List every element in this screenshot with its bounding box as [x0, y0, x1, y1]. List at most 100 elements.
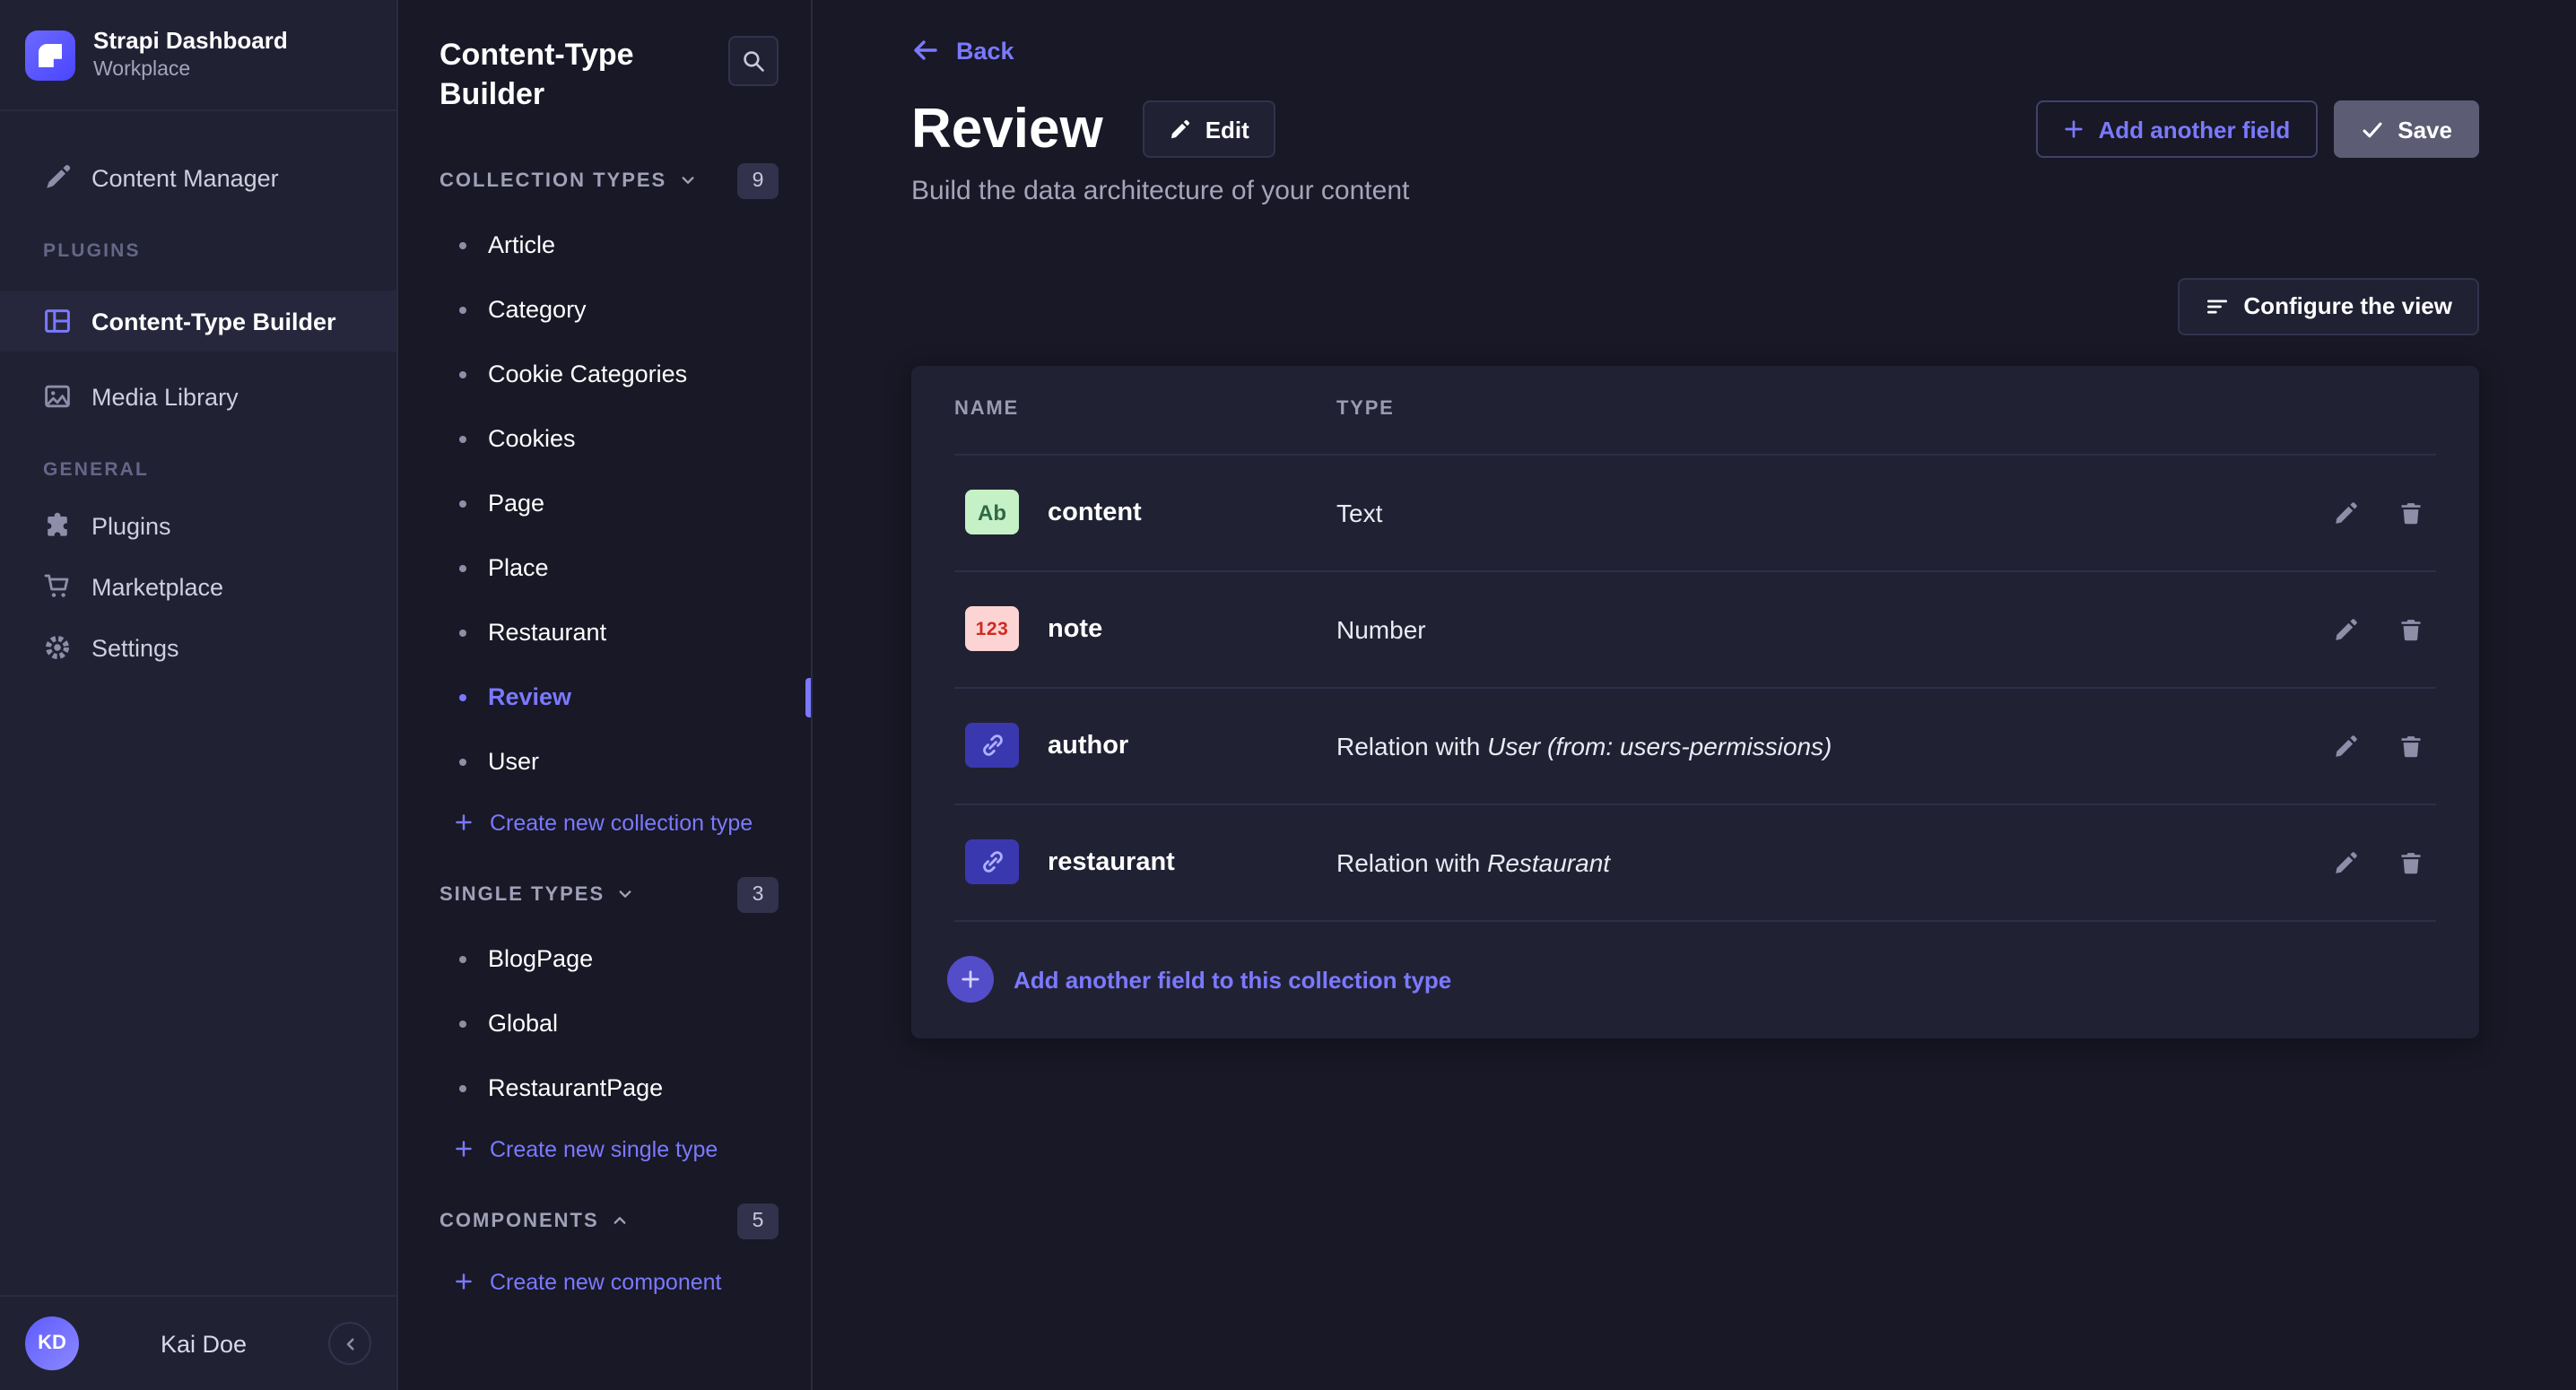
- create-single-type-label: Create new single type: [490, 1137, 718, 1162]
- add-another-field-button[interactable]: Add another field: [2035, 101, 2317, 159]
- add-field-row-button[interactable]: Add another field to this collection typ…: [911, 921, 2479, 1038]
- single-types-label: SINGLE TYPES: [439, 884, 605, 906]
- subnav-item-blogpage[interactable]: BlogPage: [398, 927, 811, 992]
- plus-icon: [454, 1273, 474, 1292]
- field-type: Relation with Restaurant: [1336, 847, 2321, 876]
- save-button[interactable]: Save: [2333, 101, 2479, 159]
- trash-icon: [2398, 500, 2424, 525]
- chevron-up-icon[interactable]: [612, 1213, 628, 1229]
- subnav-item-cookie-categories[interactable]: Cookie Categories: [398, 343, 811, 407]
- edit-button[interactable]: Edit: [1143, 101, 1276, 159]
- main-content: Back Review Edit Add another field: [813, 0, 2576, 1390]
- subnav-item-place[interactable]: Place: [398, 536, 811, 601]
- sidebar-item-content-type-builder[interactable]: Content-Type Builder: [0, 291, 396, 352]
- text-field-badge: Ab: [965, 490, 1019, 534]
- link-icon: [979, 848, 1005, 875]
- subnav-item-label: Global: [488, 1011, 558, 1038]
- create-single-type-button[interactable]: Create new single type: [398, 1121, 811, 1178]
- add-another-field-label: Add another field: [2098, 117, 2290, 143]
- edit-field-button[interactable]: [2321, 720, 2371, 770]
- link-icon: [979, 732, 1005, 759]
- relation-field-badge: [965, 839, 1019, 884]
- pencil-icon: [2334, 733, 2359, 758]
- sidebar-item-label: Settings: [91, 635, 179, 662]
- collapse-sidebar-button[interactable]: [328, 1322, 371, 1365]
- subnav-item-label: Category: [488, 297, 587, 324]
- delete-field-button[interactable]: [2386, 720, 2436, 770]
- save-label: Save: [2398, 117, 2452, 143]
- pencil-icon: [1170, 119, 1191, 141]
- components-count-badge: 5: [737, 1203, 779, 1239]
- pencil-icon: [2334, 849, 2359, 874]
- trash-icon: [2398, 616, 2424, 641]
- delete-field-button[interactable]: [2386, 487, 2436, 537]
- edit-field-button[interactable]: [2321, 604, 2371, 654]
- subnav-item-label: Cookie Categories: [488, 361, 687, 388]
- sidebar-item-content-manager[interactable]: Content Manager: [0, 148, 396, 209]
- table-row: Ab content Text: [911, 455, 2479, 569]
- subnav-item-cookies[interactable]: Cookies: [398, 407, 811, 472]
- subnav-item-review[interactable]: Review: [398, 665, 811, 730]
- user-name: Kai Doe: [79, 1330, 328, 1357]
- table-row: restaurant Relation with Restaurant: [911, 804, 2479, 919]
- subnav-item-category[interactable]: Category: [398, 278, 811, 343]
- edit-label: Edit: [1205, 117, 1249, 143]
- edit-field-button[interactable]: [2321, 487, 2371, 537]
- configure-view-button[interactable]: Configure the view: [2177, 277, 2479, 334]
- subnav-item-label: Review: [488, 684, 571, 711]
- plus-icon: [947, 956, 994, 1003]
- bullet-icon: [459, 956, 466, 963]
- table-row: author Relation with User (from: users-p…: [911, 688, 2479, 803]
- subnav-item-article[interactable]: Article: [398, 213, 811, 278]
- subnav-item-global[interactable]: Global: [398, 992, 811, 1056]
- collection-types-count-badge: 9: [737, 163, 779, 199]
- sidebar-footer: KD Kai Doe: [0, 1295, 396, 1390]
- components-label: COMPONENTS: [439, 1211, 599, 1232]
- plus-icon: [2062, 119, 2084, 141]
- bullet-icon: [459, 371, 466, 378]
- sidebar-item-settings[interactable]: Settings: [0, 618, 396, 679]
- subnav-item-label: Article: [488, 232, 555, 259]
- sidebar-item-plugins[interactable]: Plugins: [0, 496, 396, 557]
- create-collection-type-button[interactable]: Create new collection type: [398, 795, 811, 852]
- check-icon: [2360, 118, 2383, 142]
- main-sidebar: Strapi Dashboard Workplace Content Manag…: [0, 0, 398, 1390]
- delete-field-button[interactable]: [2386, 837, 2436, 887]
- edit-field-button[interactable]: [2321, 837, 2371, 887]
- gear-icon: [43, 634, 72, 663]
- subnav-item-page[interactable]: Page: [398, 472, 811, 536]
- cart-icon: [43, 573, 72, 602]
- delete-field-button[interactable]: [2386, 604, 2436, 654]
- sidebar-item-media-library[interactable]: Media Library: [0, 367, 396, 428]
- single-types-header: SINGLE TYPES 3: [398, 863, 811, 927]
- back-label: Back: [956, 37, 1014, 64]
- chevron-down-icon[interactable]: [679, 173, 695, 189]
- search-button[interactable]: [728, 36, 779, 86]
- sidebar-item-marketplace[interactable]: Marketplace: [0, 557, 396, 618]
- single-types-count-badge: 3: [737, 877, 779, 913]
- subnav-item-restaurant[interactable]: Restaurant: [398, 601, 811, 665]
- search-icon: [741, 48, 766, 74]
- column-header-type: TYPE: [1336, 398, 1395, 420]
- create-component-button[interactable]: Create new component: [398, 1254, 811, 1311]
- fields-table: NAME TYPE Ab content Text 123: [911, 365, 2479, 1038]
- configure-view-label: Configure the view: [2243, 292, 2452, 319]
- content-type-builder-subnav: Content-Type Builder COLLECTION TYPES 9 …: [398, 0, 813, 1390]
- subnav-item-label: Place: [488, 555, 549, 582]
- chevron-down-icon[interactable]: [617, 887, 633, 903]
- field-name: content: [1048, 498, 1142, 526]
- column-header-name: NAME: [954, 398, 1336, 420]
- back-link[interactable]: Back: [911, 36, 1014, 65]
- subnav-item-restaurantpage[interactable]: RestaurantPage: [398, 1056, 811, 1121]
- subnav-item-user[interactable]: User: [398, 730, 811, 795]
- trash-icon: [2398, 849, 2424, 874]
- avatar[interactable]: KD: [25, 1316, 79, 1370]
- sidebar-item-label: Content-Type Builder: [91, 308, 336, 335]
- number-field-badge: 123: [965, 606, 1019, 651]
- sidebar-section-plugins: PLUGINS: [0, 209, 396, 277]
- puzzle-icon: [43, 512, 72, 541]
- collection-types-header: COLLECTION TYPES 9: [398, 149, 811, 213]
- field-type: Number: [1336, 614, 2321, 643]
- plus-icon: [454, 1140, 474, 1160]
- field-name: author: [1048, 731, 1128, 760]
